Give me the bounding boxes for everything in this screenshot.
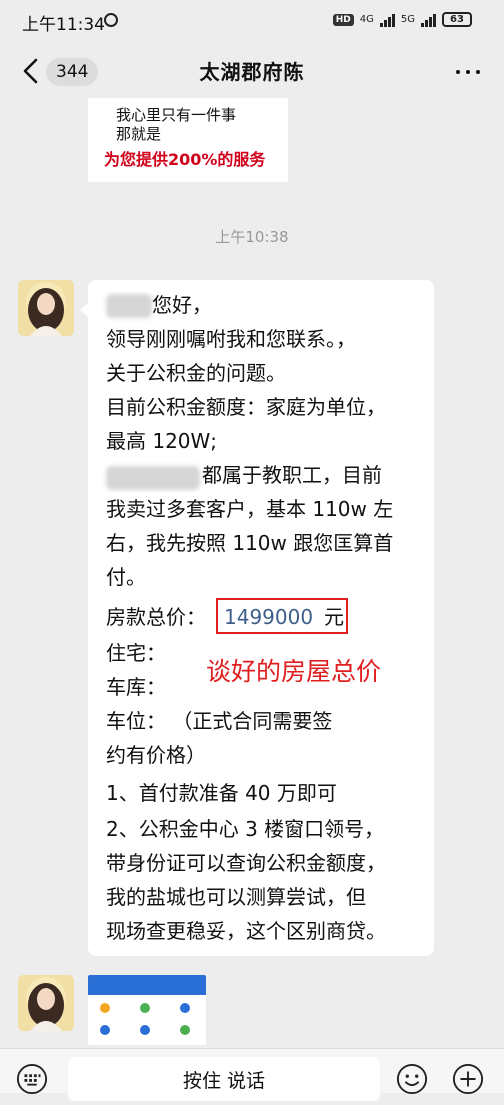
message-line: 我的盐城也可以测算尝试，但 bbox=[106, 885, 366, 909]
message-line: 付。 bbox=[106, 565, 146, 589]
image-text-line: 我心里只有一件事 bbox=[116, 106, 237, 124]
message-line: 都属于教职工，目前 bbox=[202, 463, 382, 487]
sender-avatar[interactable] bbox=[18, 280, 74, 336]
message-line: 右，我先按照 110w 跟您匡算首 bbox=[106, 531, 394, 555]
status-time: 上午11:34 bbox=[22, 15, 105, 35]
app-icon bbox=[100, 1003, 110, 1013]
keyboard-icon[interactable] bbox=[16, 1063, 48, 1095]
image-text-line: 那就是 bbox=[116, 125, 162, 143]
price-unit: 元 bbox=[324, 605, 344, 629]
message-line: 现场查更稳妥，这个区别商贷。 bbox=[106, 919, 386, 943]
image-highlight-text: 为您提供200%的服务 bbox=[104, 150, 266, 169]
status-bar: 上午11:34 HD 4G 5G 63 bbox=[0, 0, 504, 44]
thumbnail-header bbox=[88, 975, 206, 995]
plus-icon[interactable] bbox=[452, 1063, 484, 1095]
signal-icon-2 bbox=[421, 13, 436, 27]
redacted-name bbox=[106, 466, 200, 490]
price-annotation: 谈好的房屋总价 bbox=[206, 657, 382, 686]
image-message-thumbnail[interactable] bbox=[88, 975, 206, 1045]
network-5g-label: 5G bbox=[400, 14, 415, 25]
status-indicators: HD 4G 5G 63 bbox=[332, 12, 472, 27]
battery-icon: 63 bbox=[442, 12, 472, 27]
network-4g-label: 4G bbox=[359, 14, 374, 25]
sender-avatar[interactable] bbox=[18, 975, 74, 1031]
hd-badge: HD bbox=[332, 13, 354, 26]
hold-to-talk-button[interactable]: 按住 说话 bbox=[68, 1057, 380, 1101]
message-line: 我卖过多套客户，基本 110w 左 bbox=[106, 497, 394, 521]
chat-header: 344 太湖郡府陈 bbox=[0, 44, 504, 98]
price-label: 房款总价： bbox=[106, 605, 206, 629]
app-icon bbox=[140, 1025, 150, 1035]
image-message[interactable]: 我心里只有一件事 那就是 为您提供200%的服务 bbox=[88, 98, 288, 182]
message-line: 领导刚刚嘱咐我和您联系。， bbox=[106, 327, 356, 351]
message-line: 关于公积金的问题。 bbox=[106, 361, 286, 385]
alarm-icon bbox=[104, 13, 118, 27]
text-message-bubble[interactable]: 您好， 领导刚刚嘱咐我和您联系。， 关于公积金的问题。 目前公积金额度：家庭为单… bbox=[88, 280, 434, 956]
app-icon bbox=[140, 1003, 150, 1013]
message-line: 目前公积金额度：家庭为单位， bbox=[106, 395, 386, 419]
message-greeting: 您好， bbox=[152, 293, 212, 317]
message-line: 带身份证可以查询公积金额度， bbox=[106, 851, 386, 875]
chat-title: 太湖郡府陈 bbox=[199, 60, 305, 84]
message-line: 住宅： bbox=[106, 641, 166, 665]
app-icon bbox=[180, 1003, 190, 1013]
chat-input-bar: 按住 说话 bbox=[0, 1048, 504, 1101]
time-separator: 上午10:38 bbox=[215, 228, 289, 246]
app-icon bbox=[100, 1025, 110, 1035]
redacted-name bbox=[106, 294, 152, 318]
message-line: 2、公积金中心 3 楼窗口领号， bbox=[106, 817, 385, 841]
emoji-icon[interactable] bbox=[396, 1063, 428, 1095]
message-line: 1、首付款准备 40 万即可 bbox=[106, 781, 337, 805]
message-line: 车库： bbox=[106, 675, 166, 699]
more-options-icon[interactable] bbox=[456, 70, 480, 74]
message-line: 车位： （正式合同需要签 bbox=[106, 709, 333, 733]
message-line: 最高 120W; bbox=[106, 429, 218, 453]
app-icon bbox=[180, 1025, 190, 1035]
price-value: 1499000 bbox=[224, 605, 314, 629]
message-line: 约有价格） bbox=[106, 743, 206, 767]
signal-icon bbox=[379, 13, 395, 27]
